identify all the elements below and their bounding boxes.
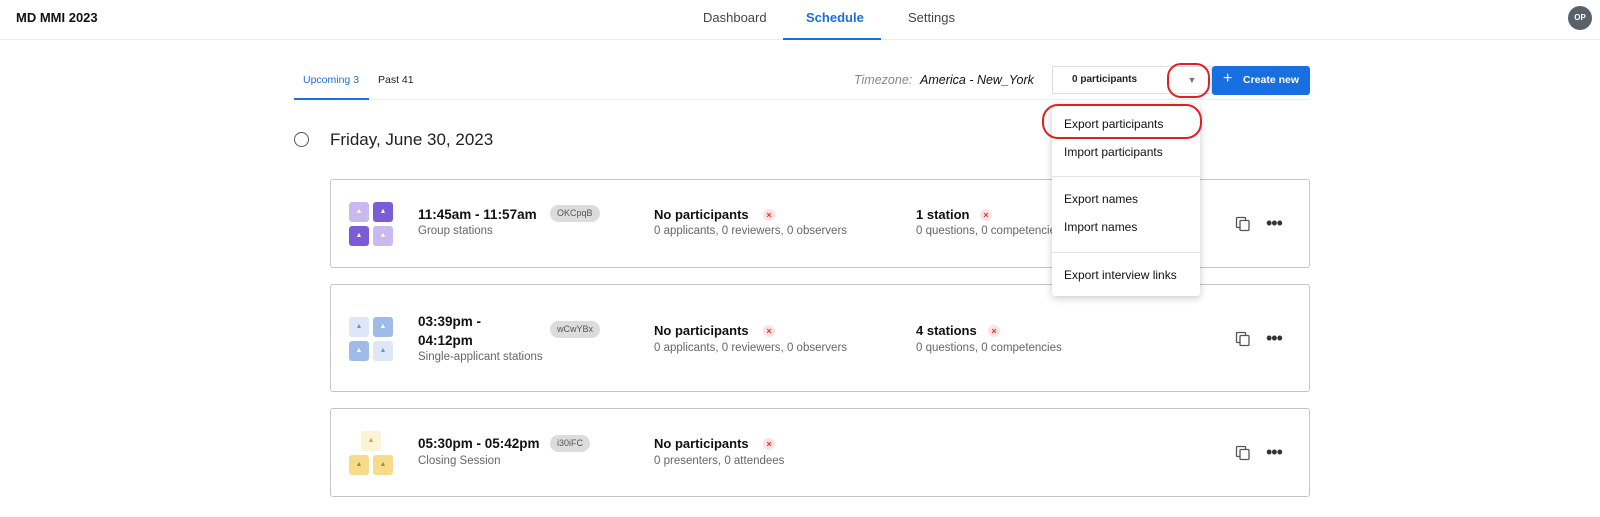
error-icon: × bbox=[980, 209, 992, 221]
stations-summary: 0 questions, 0 competencies bbox=[916, 342, 1062, 354]
copy-icon[interactable] bbox=[1235, 216, 1251, 232]
participants-status: No participants bbox=[654, 323, 749, 338]
copy-icon[interactable] bbox=[1235, 331, 1251, 347]
session-code-badge: i30iFC bbox=[550, 435, 591, 452]
person-icon: ▲ bbox=[355, 323, 363, 330]
more-options-icon[interactable]: ••• bbox=[1266, 443, 1286, 461]
day-title: Friday, June 30, 2023 bbox=[330, 130, 494, 149]
person-icon: ▲ bbox=[379, 232, 387, 239]
session-type: Closing Session bbox=[418, 455, 501, 467]
timezone-label: Timezone: bbox=[854, 73, 913, 87]
thumbnail-tile: ▲ bbox=[373, 317, 393, 337]
session-code-badge: OKCpqB bbox=[550, 205, 600, 222]
stations-status: 1 station bbox=[916, 207, 970, 222]
avatar[interactable]: OP bbox=[1568, 6, 1592, 30]
session-time: 11:45am - 11:57am bbox=[418, 207, 537, 222]
participants-summary: 0 presenters, 0 attendees bbox=[654, 455, 785, 467]
session-card[interactable]: ▲ ▲ ▲ 05:30pm - 05:42pm Closing Session … bbox=[330, 408, 1310, 497]
thumbnail-tile: ▲ bbox=[349, 341, 369, 361]
thumbnail-tile: ▲ bbox=[373, 341, 393, 361]
thumbnail-tile: ▲ bbox=[373, 455, 393, 475]
participants-select-label: 0 participants bbox=[1072, 74, 1138, 85]
menu-divider bbox=[1052, 252, 1200, 253]
error-icon: × bbox=[763, 325, 775, 337]
thumbnail-tile: ▲ bbox=[349, 455, 369, 475]
plus-icon: + bbox=[1223, 70, 1233, 87]
menu-divider bbox=[1052, 176, 1200, 177]
menu-item-import-participants[interactable]: Import participants bbox=[1064, 145, 1163, 159]
error-icon: × bbox=[988, 325, 1000, 337]
person-icon: ▲ bbox=[379, 323, 387, 330]
create-new-label: Create new bbox=[1243, 74, 1300, 86]
session-card[interactable]: ▲ ▲ ▲ ▲ 03:39pm - 04:12pm Single-applica… bbox=[330, 284, 1310, 392]
person-icon: ▲ bbox=[379, 461, 387, 468]
session-time: 05:30pm - 05:42pm bbox=[418, 436, 540, 451]
tab-dashboard[interactable]: Dashboard bbox=[703, 10, 767, 25]
highlight-ring-export bbox=[1042, 104, 1202, 139]
copy-icon[interactable] bbox=[1235, 445, 1251, 461]
menu-item-import-names[interactable]: Import names bbox=[1064, 220, 1137, 234]
active-subtab-indicator bbox=[294, 98, 369, 100]
create-new-button[interactable]: + Create new bbox=[1212, 66, 1310, 95]
stations-summary: 0 questions, 0 competencies bbox=[916, 225, 1062, 237]
more-options-icon[interactable]: ••• bbox=[1266, 329, 1286, 347]
thumbnail-tile: ▲ bbox=[373, 202, 393, 222]
thumbnail-tile: ▲ bbox=[349, 317, 369, 337]
active-tab-indicator bbox=[783, 38, 881, 40]
participants-summary: 0 applicants, 0 reviewers, 0 observers bbox=[654, 225, 848, 237]
thumbnail-tile: ▲ bbox=[349, 226, 369, 246]
person-icon: ▲ bbox=[355, 461, 363, 468]
menu-item-export-interview-links[interactable]: Export interview links bbox=[1064, 268, 1177, 282]
person-icon: ▲ bbox=[379, 208, 387, 215]
error-icon: × bbox=[763, 209, 775, 221]
highlight-ring-dropdown bbox=[1167, 63, 1210, 98]
app-title: MD MMI 2023 bbox=[16, 10, 98, 25]
participants-status: No participants bbox=[654, 436, 749, 451]
tab-settings[interactable]: Settings bbox=[908, 10, 955, 25]
session-type: Single-applicant stations bbox=[418, 351, 543, 363]
person-icon: ▲ bbox=[379, 347, 387, 354]
day-status-circle[interactable] bbox=[294, 132, 309, 147]
thumbnail-tile: ▲ bbox=[361, 431, 381, 451]
person-icon: ▲ bbox=[355, 232, 363, 239]
menu-item-export-names[interactable]: Export names bbox=[1064, 192, 1138, 206]
session-code-badge: wCwYBx bbox=[550, 321, 601, 338]
stations-status: 4 stations bbox=[916, 323, 977, 338]
error-icon: × bbox=[763, 438, 775, 450]
tab-schedule[interactable]: Schedule bbox=[806, 10, 864, 25]
tab-past[interactable]: Past 41 bbox=[378, 74, 414, 86]
tab-upcoming[interactable]: Upcoming 3 bbox=[303, 74, 359, 86]
more-options-icon[interactable]: ••• bbox=[1266, 214, 1286, 232]
presenter-icon: ▲ bbox=[367, 437, 375, 444]
person-icon: ▲ bbox=[355, 347, 363, 354]
participants-status: No participants bbox=[654, 207, 749, 222]
person-icon: ▲ bbox=[355, 208, 363, 215]
participants-summary: 0 applicants, 0 reviewers, 0 observers bbox=[654, 342, 848, 354]
top-navigation-bar: MD MMI 2023 Dashboard Schedule Settings … bbox=[0, 0, 1600, 40]
session-time: 03:39pm - 04:12pm bbox=[418, 314, 482, 348]
timezone-value: America - New_York bbox=[920, 73, 1034, 87]
session-type: Group stations bbox=[418, 225, 493, 237]
thumbnail-tile: ▲ bbox=[373, 226, 393, 246]
thumbnail-tile: ▲ bbox=[349, 202, 369, 222]
